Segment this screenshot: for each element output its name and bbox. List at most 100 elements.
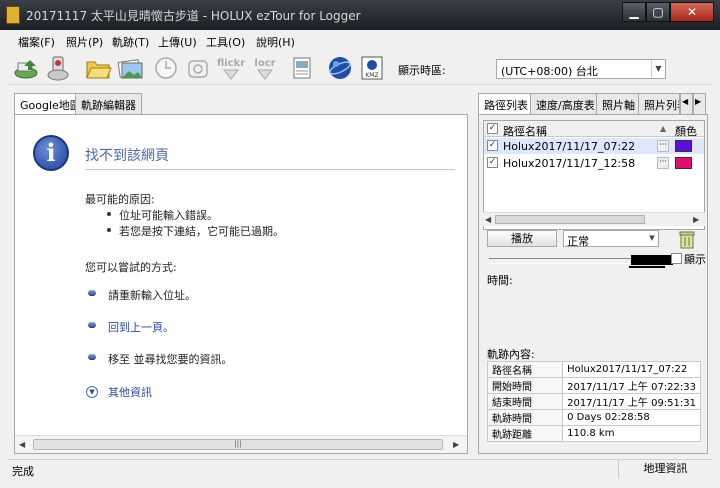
try-heading: 您可以嘗試的方式: — [85, 261, 177, 274]
flickr-text: flickr — [217, 58, 245, 69]
track-row[interactable]: ✓ Holux2017/11/17_12:58 ··· — [484, 155, 704, 171]
chevron-down-icon[interactable]: ▼ — [86, 386, 98, 398]
track-options-button[interactable]: ··· — [657, 157, 669, 169]
detail-value: 2017/11/17 上午 09:51:31 — [562, 393, 701, 410]
scrollbar-thumb[interactable]: ||| — [33, 439, 443, 450]
select-all-checkbox[interactable]: ✓ — [487, 123, 498, 134]
retype-address-text: 請重新輸入位址。 — [108, 289, 196, 302]
scroll-left-icon[interactable]: ◀ — [19, 440, 25, 449]
track-name: Holux2017/11/17_07:22 — [503, 140, 636, 153]
sort-icon: ▲ — [660, 124, 667, 133]
track-name: Holux2017/11/17_12:58 — [503, 157, 636, 170]
chevron-down-icon[interactable]: ▼ — [646, 231, 658, 246]
track-row[interactable]: ✓ Holux2017/11/17_07:22 ··· — [484, 138, 704, 154]
import-device-icon[interactable] — [12, 54, 40, 82]
google-earth-icon[interactable] — [326, 54, 354, 82]
kmz-text: KMZ — [365, 72, 378, 79]
scroll-right-icon[interactable]: ▶ — [693, 215, 699, 224]
slider-thumb[interactable] — [631, 255, 673, 265]
toolbar: flickr locr KMZ 顯示時區: (UTC+08:00) 台北 ▼ — [8, 51, 712, 85]
show-checkbox[interactable] — [671, 253, 682, 264]
speed-select[interactable]: 正常 ▼ — [563, 230, 659, 248]
more-info-link[interactable]: 其他資訊 — [108, 384, 152, 400]
show-label: 顯示 — [684, 253, 706, 266]
report-icon[interactable] — [288, 54, 316, 82]
geo-info-panel[interactable]: 地理資訊 — [618, 460, 712, 478]
track-panel: ✓ 路徑名稱 ▲ 顏色 ✓ Holux2017/11/17_07:22 ··· … — [478, 114, 708, 454]
scroll-left-icon[interactable]: ◀ — [485, 215, 491, 224]
app-icon — [6, 6, 20, 24]
track-color-swatch[interactable] — [675, 157, 692, 169]
menu-upload[interactable]: 上傳(U) — [158, 34, 197, 50]
bullet-icon — [88, 322, 96, 328]
chevron-down-icon[interactable]: ▼ — [651, 60, 665, 78]
detail-key: 軌跡時間 — [486, 409, 564, 426]
menu-track[interactable]: 軌跡(T) — [112, 34, 149, 50]
detail-value: 2017/11/17 上午 07:22:33 — [562, 377, 701, 394]
flickr-icon[interactable]: flickr — [216, 54, 246, 82]
detail-row: 軌跡時間 0 Days 02:28:58 — [486, 409, 701, 426]
go-back-link[interactable]: 回到上一頁。 — [108, 319, 174, 335]
scroll-right-icon[interactable]: ▶ — [453, 440, 459, 449]
camera-icon[interactable] — [184, 54, 212, 82]
horizontal-scrollbar[interactable]: ◀ ||| ▶ — [15, 435, 467, 453]
cause-item: 位址可能輸入錯誤。 — [119, 209, 218, 222]
close-button[interactable]: ✕ — [670, 2, 714, 22]
track-checkbox[interactable]: ✓ — [487, 157, 498, 168]
clock-icon[interactable] — [152, 54, 180, 82]
detail-key: 開始時間 — [486, 377, 564, 394]
track-list-scrollbar[interactable]: ◀ ▶ — [483, 212, 705, 226]
detail-value: 0 Days 02:28:58 — [562, 409, 701, 426]
col-color[interactable]: 顏色 — [675, 123, 697, 139]
detail-key: 結束時間 — [486, 393, 564, 410]
causes-heading: 最可能的原因: — [85, 193, 155, 206]
track-detail-table: 路徑名稱 Holux2017/11/17_07:22 開始時間 2017/11/17… — [486, 361, 701, 442]
maximize-button[interactable]: ▢ — [646, 2, 670, 22]
locr-text: locr — [254, 58, 275, 69]
menu-bar: 檔案(F) 照片(P) 軌跡(T) 上傳(U) 工具(O) 說明(H) — [8, 31, 712, 51]
track-options-button[interactable]: ··· — [657, 140, 669, 152]
detail-row: 結束時間 2017/11/17 上午 09:51:31 — [486, 393, 701, 410]
slider-shadow — [629, 266, 665, 268]
tab-photo-axis[interactable]: 照片軸 — [596, 93, 641, 114]
photos-icon[interactable] — [116, 54, 144, 82]
error-title: 找不到該網頁 — [85, 148, 169, 164]
detail-row: 路徑名稱 Holux2017/11/17_07:22 — [486, 361, 701, 378]
timezone-label: 顯示時區: — [398, 64, 446, 77]
tab-scroll-right-icon[interactable]: ▶ — [693, 93, 706, 114]
playback-slider[interactable] — [489, 255, 673, 265]
menu-tools[interactable]: 工具(O) — [206, 34, 245, 50]
play-button[interactable]: 播放 — [487, 230, 557, 247]
kmz-icon[interactable]: KMZ — [358, 54, 386, 82]
scrollbar-thumb[interactable] — [495, 215, 645, 224]
menu-help[interactable]: 說明(H) — [256, 34, 295, 50]
bullet — [107, 228, 111, 232]
tab-track-list[interactable]: 路徑列表 — [478, 93, 534, 115]
track-content-heading: 軌跡內容: — [487, 348, 535, 361]
tab-scroll-left-icon[interactable]: ◀ — [680, 93, 693, 114]
tab-photo-list[interactable]: 照片列表 — [638, 93, 680, 114]
detail-value: Holux2017/11/17_07:22 — [562, 361, 701, 378]
track-list-header: ✓ 路徑名稱 ▲ 顏色 — [484, 121, 704, 139]
recycle-bin-icon[interactable] — [677, 229, 697, 249]
tab-speed-altitude[interactable]: 速度/高度表 — [530, 93, 601, 114]
locr-icon[interactable]: locr — [250, 54, 280, 82]
col-track-name[interactable]: 路徑名稱 — [503, 123, 547, 139]
speed-value: 正常 — [567, 235, 589, 248]
logger-icon[interactable] — [44, 54, 72, 82]
app-window: 20171117 太平山見晴懷古步道 - HOLUX ezTour for Lo… — [0, 0, 720, 488]
status-text: 完成 — [12, 465, 34, 478]
minimize-button[interactable]: ▁ — [622, 2, 646, 22]
timezone-select[interactable]: (UTC+08:00) 台北 ▼ — [496, 59, 666, 79]
open-folder-icon[interactable] — [84, 54, 112, 82]
bullet-icon — [88, 354, 96, 360]
menu-file[interactable]: 檔案(F) — [18, 34, 55, 50]
track-checkbox[interactable]: ✓ — [487, 140, 498, 151]
window-title: 20171117 太平山見晴懷古步道 - HOLUX ezTour for Lo… — [26, 9, 361, 23]
detail-key: 路徑名稱 — [486, 361, 564, 378]
title-bar[interactable]: 20171117 太平山見晴懷古步道 - HOLUX ezTour for Lo… — [0, 0, 720, 30]
detail-value: 110.8 km — [562, 425, 701, 442]
tab-track-editor[interactable]: 軌跡編輯器 — [75, 93, 142, 114]
menu-photo[interactable]: 照片(P) — [66, 34, 103, 50]
track-color-swatch[interactable] — [675, 140, 692, 152]
